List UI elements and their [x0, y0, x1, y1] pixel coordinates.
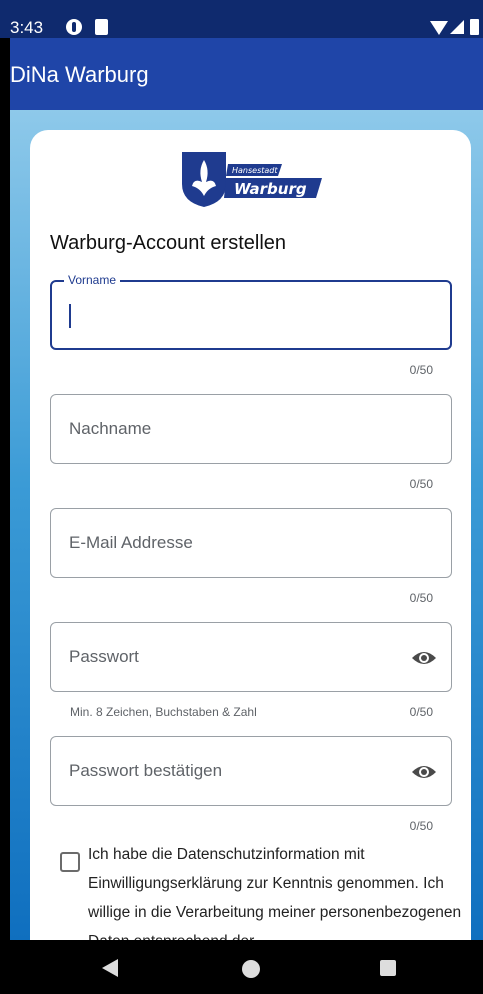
status-bar: 3:43: [0, 0, 483, 38]
first-name-label: Vorname: [64, 273, 121, 287]
password-confirm-field[interactable]: Passwort bestätigen: [50, 736, 452, 806]
page-title: Warburg-Account erstellen: [50, 232, 287, 254]
first-name-counter: 0/50: [409, 363, 433, 377]
email-field[interactable]: E-Mail Addresse: [50, 508, 452, 578]
app-title: DiNa Warburg: [10, 62, 149, 87]
sd-card-icon: [95, 19, 108, 35]
password-hint: Min. 8 Zeichen, Buchstaben & Zahl: [70, 705, 257, 719]
consent-text: Ich habe die Datenschutzinformation mit …: [88, 846, 462, 940]
password-counter: 0/50: [409, 705, 433, 719]
warburg-logo: Hansestadt Warburg: [182, 152, 322, 207]
last-name-placeholder: Nachname: [69, 419, 152, 438]
email-counter: 0/50: [409, 591, 433, 605]
back-icon[interactable]: [102, 959, 118, 977]
password-confirm-counter: 0/50: [409, 819, 433, 833]
home-icon[interactable]: [242, 960, 260, 978]
app-notification-icon: [66, 19, 82, 35]
last-name-field[interactable]: Nachname: [50, 394, 452, 464]
password-placeholder: Passwort: [69, 647, 139, 666]
email-placeholder: E-Mail Addresse: [69, 533, 193, 552]
signal-icon: [450, 20, 464, 34]
text-cursor: [69, 304, 71, 328]
eye-icon[interactable]: [411, 647, 437, 669]
registration-card: Hansestadt Warburg Warburg-Account erste…: [30, 130, 471, 940]
consent-checkbox[interactable]: [60, 852, 80, 872]
first-name-field[interactable]: Vorname: [50, 273, 452, 350]
password-field[interactable]: Passwort: [50, 622, 452, 692]
content-area[interactable]: Hansestadt Warburg Warburg-Account erste…: [10, 110, 483, 940]
navigation-bar: [10, 940, 483, 994]
app-bar: DiNa Warburg: [10, 38, 483, 110]
logo-small-text: Hansestadt: [232, 166, 278, 175]
wifi-icon: [430, 21, 448, 35]
password-confirm-placeholder: Passwort bestätigen: [69, 761, 223, 780]
recent-apps-icon[interactable]: [380, 960, 396, 976]
eye-icon[interactable]: [411, 761, 437, 783]
last-name-counter: 0/50: [409, 477, 433, 491]
logo-big-text: Warburg: [234, 180, 307, 198]
battery-icon: [470, 19, 479, 35]
status-time: 3:43: [10, 18, 44, 37]
